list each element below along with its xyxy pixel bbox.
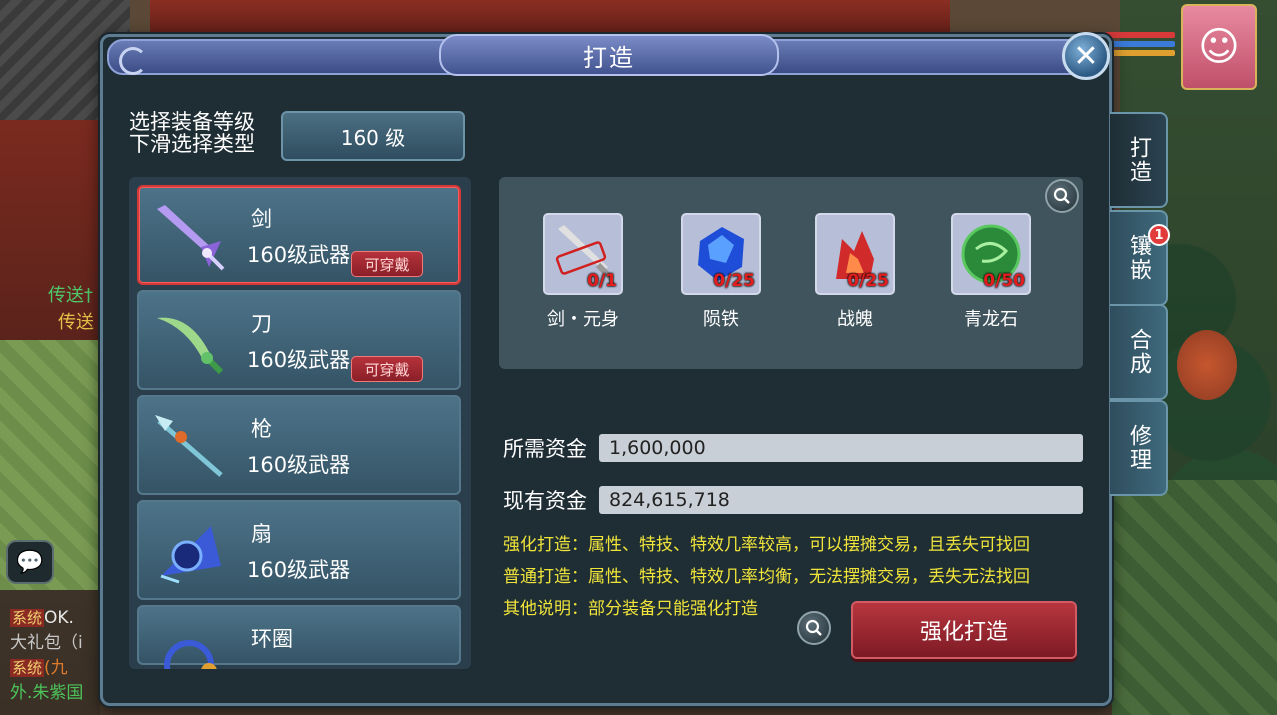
lantern-decoration xyxy=(1177,330,1237,400)
material-slot[interactable]: 0/1 剑・元身 xyxy=(533,213,633,331)
close-icon: ✕ xyxy=(1073,38,1099,74)
current-funds-row: 现有资金 824,615,718 xyxy=(503,485,1083,515)
weapon-name: 剑 xyxy=(251,207,272,231)
weapon-item-blade[interactable]: 刀 160级武器 可穿戴 xyxy=(137,290,461,390)
weapon-item-spear[interactable]: 枪 160级武器 xyxy=(137,395,461,495)
weapon-level: 160级武器 xyxy=(247,453,351,477)
weapon-item-fan[interactable]: 扇 160级武器 xyxy=(137,500,461,600)
weapon-name: 扇 xyxy=(251,522,272,546)
weapon-item-ring[interactable]: 环圈 xyxy=(137,605,461,669)
weapon-list[interactable]: 剑 160级武器 可穿戴 刀 160级武器 可穿戴 枪 160级武器 扇 160… xyxy=(129,177,471,669)
tab-forge[interactable]: 打造 xyxy=(1110,112,1168,208)
materials-panel: 0/1 剑・元身 0/25 陨铁 0/25 战魄 0/50 青龙石 xyxy=(499,177,1083,369)
battle-soul-icon: 0/25 xyxy=(815,213,895,295)
sword-icon xyxy=(149,199,229,275)
required-funds-label: 所需资金 xyxy=(503,437,587,461)
notes-zoom-button[interactable] xyxy=(797,611,831,645)
chat-line: 系统 (九 xyxy=(10,658,68,678)
chat-line: 系统 OK. xyxy=(10,608,74,628)
tab-repair[interactable]: 修理 xyxy=(1110,400,1168,496)
weapon-level: 160级武器 xyxy=(247,348,351,372)
tab-label: 镶嵌 xyxy=(1126,234,1151,282)
weapon-level: 160级武器 xyxy=(247,558,351,582)
fan-icon xyxy=(149,514,229,590)
chat-line: 外.朱紫国 xyxy=(10,683,84,703)
magnifier-icon xyxy=(1053,187,1070,204)
material-count: 0/25 xyxy=(847,271,889,291)
magnifier-icon xyxy=(805,619,822,636)
spear-icon xyxy=(149,409,229,485)
red-wall xyxy=(0,120,110,340)
weapon-item-sword[interactable]: 剑 160级武器 可穿戴 xyxy=(137,185,461,285)
forge-dialog: 打造 选择装备等级 下滑选择类型 160 级 剑 160级武器 可穿戴 刀 16… xyxy=(100,34,1112,706)
tab-synthesize[interactable]: 合成 xyxy=(1110,304,1168,400)
current-funds-label: 现有资金 xyxy=(503,489,587,513)
material-name: 陨铁 xyxy=(703,309,739,330)
ring-icon xyxy=(149,619,229,669)
wearable-badge: 可穿戴 xyxy=(351,251,423,277)
close-button[interactable]: ✕ xyxy=(1062,32,1110,80)
weapon-name: 枪 xyxy=(251,417,272,441)
required-funds-value: 1,600,000 xyxy=(599,434,1083,462)
material-name: 战魄 xyxy=(837,309,873,330)
level-selector-label: 选择装备等级 下滑选择类型 xyxy=(129,110,255,156)
material-count: 0/50 xyxy=(983,271,1025,291)
required-funds-row: 所需资金 1,600,000 xyxy=(503,433,1083,463)
chat-button[interactable]: 💬 xyxy=(6,540,54,584)
wearable-badge: 可穿戴 xyxy=(351,356,423,382)
teleport-label: 传送† xyxy=(48,285,93,306)
meteor-iron-icon: 0/25 xyxy=(681,213,761,295)
status-bars xyxy=(1105,32,1175,62)
material-slot[interactable]: 0/25 战魄 xyxy=(805,213,905,331)
material-name: 剑・元身 xyxy=(547,309,619,330)
dialog-title: 打造 xyxy=(583,43,635,72)
weapon-level: 160级武器 xyxy=(247,243,351,267)
current-funds-value: 824,615,718 xyxy=(599,486,1083,514)
teleport-label-2: 传送 xyxy=(58,312,94,333)
note-line: 普通打造：属性、特技、特效几率均衡，无法摆摊交易，丢失无法找回 xyxy=(503,567,1030,587)
note-line: 强化打造：属性、特技、特效几率较高，可以摆摊交易，且丢失可找回 xyxy=(503,535,1030,555)
material-slot[interactable]: 0/50 青龙石 xyxy=(941,213,1041,331)
weapon-name: 环圈 xyxy=(251,627,293,651)
weapon-name: 刀 xyxy=(251,312,272,336)
material-count: 0/25 xyxy=(713,271,755,291)
level-select-button[interactable]: 160 级 xyxy=(281,111,465,161)
notification-badge: 1 xyxy=(1148,224,1170,246)
player-avatar[interactable]: ☺ xyxy=(1181,4,1257,90)
tab-inlay[interactable]: 镶嵌 1 xyxy=(1110,210,1170,306)
azure-dragon-stone-icon: 0/50 xyxy=(951,213,1031,295)
title-plate: 打造 xyxy=(439,34,779,76)
material-name: 青龙石 xyxy=(964,309,1018,330)
sword-body-icon: 0/1 xyxy=(543,213,623,295)
materials-zoom-button[interactable] xyxy=(1045,179,1079,213)
enhanced-forge-button[interactable]: 强化打造 xyxy=(851,601,1077,659)
chat-line: 大礼包（i xyxy=(10,633,83,653)
tab-label: 修理 xyxy=(1126,424,1151,472)
tab-label: 合成 xyxy=(1126,328,1151,376)
blade-icon xyxy=(149,304,229,380)
tab-label: 打造 xyxy=(1126,136,1151,184)
tree-area xyxy=(1112,480,1277,715)
chat-log: 系统 OK. 大礼包（i 系统 (九 外.朱紫国 xyxy=(10,606,83,706)
material-slot[interactable]: 0/25 陨铁 xyxy=(671,213,771,331)
chat-bubble-icon: 💬 xyxy=(16,549,44,575)
material-count: 0/1 xyxy=(587,271,617,291)
